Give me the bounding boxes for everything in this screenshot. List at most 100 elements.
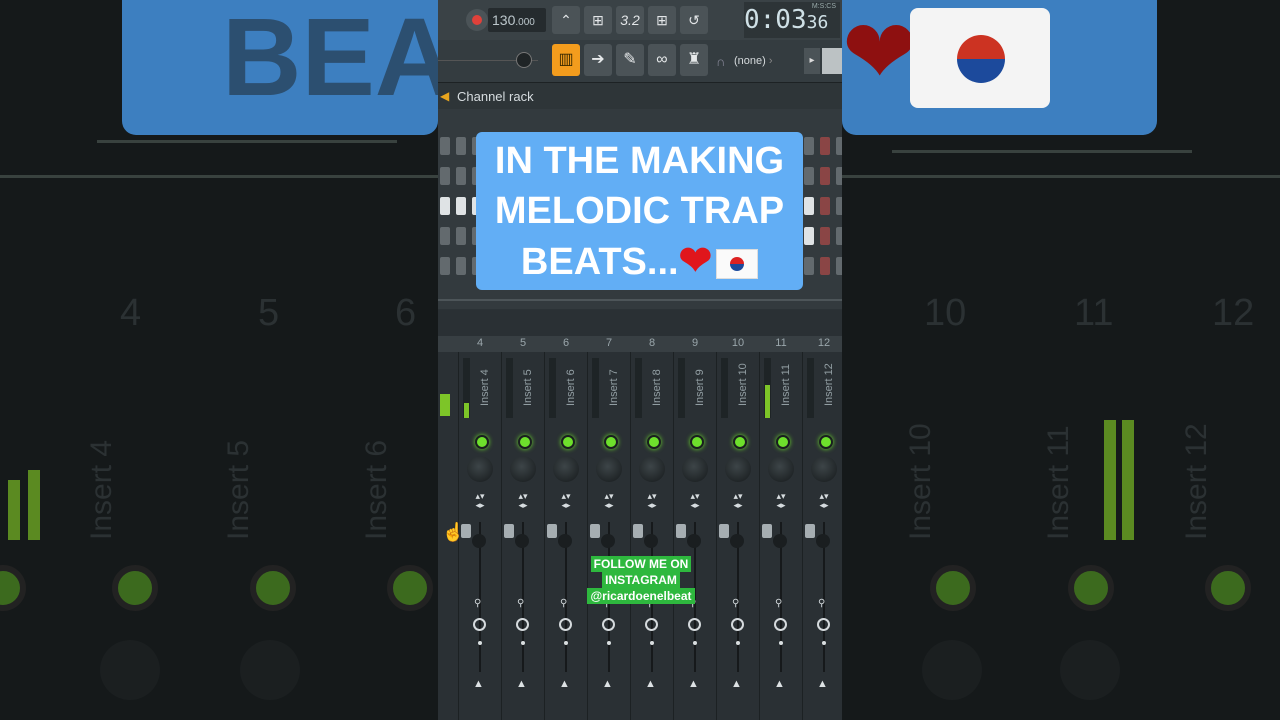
volume-fader[interactable] [762,524,772,538]
scroll-right-icon[interactable]: ▸ [804,48,820,74]
stereo-separation-icon[interactable]: ▴▾ ◂▸ [687,492,703,510]
mixer-strip[interactable]: 8Insert 8▴▾◂▸⚲▲ [630,337,673,720]
step-button[interactable] [456,197,466,215]
delay-clock-icon[interactable] [602,618,615,631]
fader-cap[interactable] [472,534,486,548]
step-button[interactable] [440,257,450,275]
step-button[interactable] [456,227,466,245]
step-button[interactable] [804,137,814,155]
mixer-strip[interactable]: 5 Insert 5 ▴▾ ◂▸ ⚲ ▲ [501,337,544,720]
piano-roll-icon[interactable]: ▥ [552,44,580,76]
volume-fader[interactable] [547,524,557,538]
delay-clock-icon[interactable] [516,618,529,631]
route-dot-icon[interactable] [521,641,525,645]
stereo-separation-icon[interactable]: ▴▾ ◂▸ [816,492,832,510]
route-dot-icon[interactable] [650,641,654,645]
route-arrow-icon[interactable]: ▲ [559,678,570,690]
pan-knob[interactable] [467,456,493,482]
stereo-separation-icon[interactable]: ▴▾ ◂▸ [773,492,789,510]
volume-fader[interactable] [633,524,643,538]
tempo-display[interactable]: 130.000 [488,8,546,32]
pan-knob[interactable] [682,456,708,482]
channel-rack-titlebar[interactable]: ◀ Channel rack [438,82,842,109]
stereo-separation-icon[interactable]: ▴▾ ◂▸ [558,492,574,510]
pan-knob[interactable] [811,456,837,482]
send-icon[interactable]: ⚲ [517,598,527,610]
volume-fader[interactable] [590,524,600,538]
mute-led-icon[interactable] [475,435,489,449]
fader-cap[interactable] [773,534,787,548]
route-dot-icon[interactable] [779,641,783,645]
step-button[interactable] [836,137,842,155]
step-button[interactable] [836,257,842,275]
pattern-selector[interactable]: (none) › [734,50,794,72]
step-button[interactable] [836,167,842,185]
wait-input-icon[interactable]: ⊞ [584,6,612,34]
pan-knob[interactable] [768,456,794,482]
step-button[interactable] [440,227,450,245]
route-arrow-icon[interactable]: ▲ [516,678,527,690]
pan-knob[interactable] [639,456,665,482]
step-button[interactable] [804,197,814,215]
route-dot-icon[interactable] [693,641,697,645]
fader-cap[interactable] [687,534,701,548]
fader-cap[interactable] [558,534,572,548]
pan-knob[interactable] [596,456,622,482]
route-dot-icon[interactable] [478,641,482,645]
volume-fader[interactable] [719,524,729,538]
stereo-separation-icon[interactable]: ▴▾ ◂▸ [730,492,746,510]
step-button[interactable] [820,197,830,215]
delay-clock-icon[interactable] [688,618,701,631]
mixer-strip[interactable]: 10 Insert 10 ▴▾ ◂▸ ⚲ ▲ [716,337,759,720]
route-arrow-icon[interactable]: ▲ [688,678,699,690]
step-button[interactable] [440,197,450,215]
mixer-strip[interactable]: 11 Insert 11 ▴▾ ◂▸ ⚲ ▲ [759,337,802,720]
stereo-separation-icon[interactable]: ▴▾ ◂▸ [601,492,617,510]
delay-clock-icon[interactable] [774,618,787,631]
step-button[interactable] [456,257,466,275]
pan-knob[interactable] [510,456,536,482]
metronome-icon[interactable]: ⌃ [552,6,580,34]
toolbar-overflow[interactable] [822,48,842,74]
send-icon[interactable]: ⚲ [474,598,484,610]
mute-led-icon[interactable] [561,435,575,449]
route-arrow-icon[interactable]: ▲ [602,678,613,690]
pan-knob[interactable] [725,456,751,482]
step-button[interactable] [820,167,830,185]
delay-clock-icon[interactable] [731,618,744,631]
mute-led-icon[interactable] [733,435,747,449]
step-button[interactable] [820,257,830,275]
fader-cap[interactable] [816,534,830,548]
step-button[interactable] [456,137,466,155]
mute-led-icon[interactable] [647,435,661,449]
volume-fader[interactable] [504,524,514,538]
volume-fader[interactable] [805,524,815,538]
route-arrow-icon[interactable]: ▲ [645,678,656,690]
mute-led-icon[interactable] [690,435,704,449]
mute-led-icon[interactable] [604,435,618,449]
fader-cap[interactable] [515,534,529,548]
pan-knob[interactable] [553,456,579,482]
link-icon[interactable]: ∞ [648,44,676,76]
fader-cap[interactable] [601,534,615,548]
send-icon[interactable]: ⚲ [560,598,570,610]
step-button[interactable] [456,167,466,185]
send-icon[interactable]: ⚲ [818,598,828,610]
delay-clock-icon[interactable] [473,618,486,631]
arrow-right-icon[interactable]: ➔ [584,44,612,76]
step-button[interactable] [836,197,842,215]
route-arrow-icon[interactable]: ▲ [817,678,828,690]
route-arrow-icon[interactable]: ▲ [731,678,742,690]
step-button[interactable] [804,227,814,245]
master-pitch-knob[interactable] [516,52,532,68]
send-icon[interactable]: ⚲ [732,598,742,610]
delay-clock-icon[interactable] [817,618,830,631]
route-dot-icon[interactable] [736,641,740,645]
mixer-strip[interactable]: 4 Insert 4 ▴▾ ◂▸ ⚲ ▲ [458,337,501,720]
step-edit-icon[interactable]: ⊞ [648,6,676,34]
step-button[interactable] [820,227,830,245]
route-arrow-icon[interactable]: ▲ [473,678,484,690]
step-button[interactable] [820,137,830,155]
mixer-strip[interactable]: 9Insert 9▴▾◂▸⚲▲ [673,337,716,720]
route-arrow-icon[interactable]: ▲ [774,678,785,690]
